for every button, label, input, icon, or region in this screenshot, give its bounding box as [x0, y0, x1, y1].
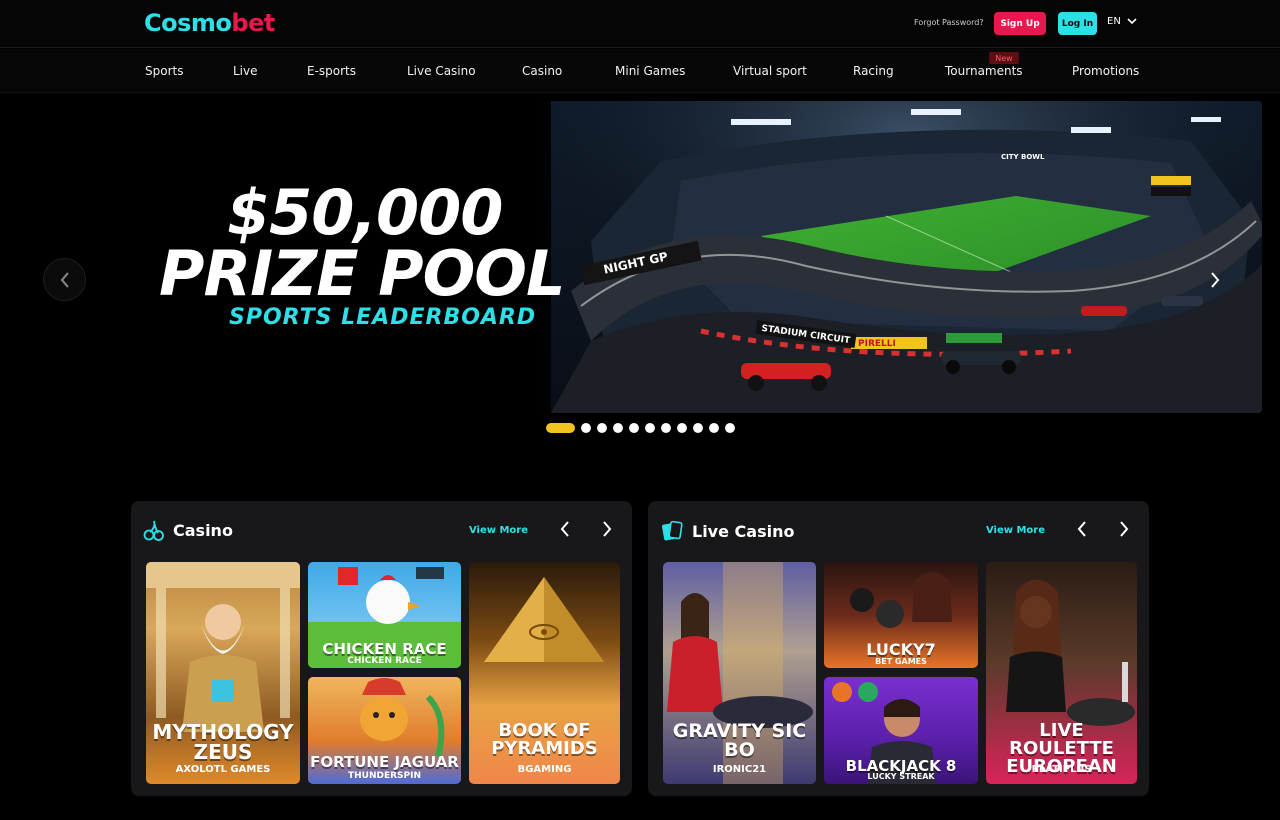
playing-cards-icon [662, 520, 683, 541]
game-title: FORTUNE JAGUAR [310, 753, 459, 771]
live-casino-panel-header: Live Casino [660, 519, 794, 543]
language-label: EN [1107, 16, 1121, 27]
nav-item-esports[interactable]: E-sports [307, 64, 356, 78]
chevron-left-icon [1077, 521, 1086, 537]
pagination-dot[interactable] [725, 423, 735, 433]
casino-panel-title: Casino [173, 520, 233, 540]
nav-item-promotions[interactable]: Promotions [1072, 64, 1139, 78]
logo-part-cosmo: Cosmo [144, 9, 232, 37]
forgot-password-link[interactable]: Forgot Password? [914, 18, 984, 27]
sign-up-button[interactable]: Sign Up [994, 12, 1046, 35]
nav-item-casino[interactable]: Casino [522, 64, 562, 78]
banner-prev-button[interactable] [43, 258, 86, 301]
chevron-down-icon [1127, 18, 1137, 25]
main-nav: Sports Live E-sports Live Casino Casino … [0, 49, 1280, 93]
live-casino-view-more-link[interactable]: View More [986, 525, 1045, 536]
game-tile-fortune-jaguar[interactable]: FORTUNE JAGUAR THUNDERSPIN [308, 677, 461, 784]
game-title: CHICKEN RACE [322, 640, 447, 658]
banner-subtitle: SPORTS LEADERBOARD [229, 305, 537, 330]
chevron-right-icon [1120, 521, 1129, 537]
nav-item-racing[interactable]: Racing [853, 64, 894, 78]
live-casino-panel: Live Casino View More GRAVITY SIC BO IRO… [648, 501, 1149, 796]
game-tile-chicken-race[interactable]: CHICKEN RACE CHICKEN RACE [308, 562, 461, 668]
nav-item-virtual-sport[interactable]: Virtual sport [733, 64, 807, 78]
game-provider: BET GAMES [875, 657, 927, 666]
nav-item-live-casino[interactable]: Live Casino [407, 64, 476, 78]
cherries-icon [143, 520, 164, 541]
language-selector[interactable]: EN [1107, 16, 1137, 27]
game-provider: LUCKY STREAK [867, 772, 935, 781]
game-provider: BGAMING [517, 764, 572, 775]
game-title: GRAVITY SIC BO [672, 720, 807, 761]
game-tile-live-roulette-european[interactable]: LIVE ROULETTE EUROPEAN PLATIPLUS [986, 562, 1137, 784]
pagination-dot[interactable] [693, 423, 703, 433]
casino-panel-header: Casino [143, 519, 233, 541]
pagination-dot-active[interactable] [546, 423, 575, 433]
pagination-dot[interactable] [645, 423, 655, 433]
nav-item-tournaments[interactable]: Tournaments [945, 64, 1023, 78]
hero-banner[interactable]: NIGHT GP STADIUM CIRCUIT PIRELLI CITY BO… [131, 101, 1262, 413]
game-provider: CHICKEN RACE [347, 656, 422, 666]
game-tile-gravity-sic-bo[interactable]: GRAVITY SIC BO IRONIC21 [663, 562, 816, 784]
pagination-dot[interactable] [597, 423, 607, 433]
log-in-button[interactable]: Log In [1058, 12, 1097, 35]
pagination-dot[interactable] [613, 423, 623, 433]
chevron-right-icon [603, 521, 612, 537]
game-provider: IRONIC21 [712, 764, 767, 775]
casino-prev-button[interactable] [560, 521, 570, 541]
game-provider: THUNDERSPIN [347, 771, 422, 781]
brand-logo[interactable]: Cosmobet [144, 9, 275, 37]
game-provider: PLATIPLUS [1031, 764, 1092, 775]
game-tile-mythology-zeus[interactable]: MYTHOLOGY ZEUS AXOLOTL GAMES [146, 562, 300, 784]
casino-view-more-link[interactable]: View More [469, 525, 528, 536]
pagination-dot[interactable] [709, 423, 719, 433]
chevron-left-icon [560, 521, 569, 537]
casino-panel: Casino View More MYTHOLOGY ZEUS AXOLOTL … [131, 501, 632, 796]
banner-next-button[interactable] [1205, 268, 1225, 292]
game-provider: AXOLOTL GAMES [175, 764, 271, 775]
casino-next-button[interactable] [602, 521, 612, 541]
game-tile-blackjack-8[interactable]: BLACKJACK 8 LUCKY STREAK [824, 677, 978, 784]
pagination-dot[interactable] [629, 423, 639, 433]
game-title: LUCKY7 [866, 640, 936, 659]
chevron-right-icon [1211, 272, 1220, 288]
sponsor-sign: PIRELLI [858, 339, 896, 349]
logo-part-bet: bet [231, 9, 275, 37]
nav-item-sports[interactable]: Sports [145, 64, 183, 78]
game-tile-book-of-pyramids[interactable]: BOOK OF PYRAMIDS BGAMING [469, 562, 620, 784]
stadium-name: CITY BOWL [1001, 153, 1045, 161]
game-title: MYTHOLOGY ZEUS [152, 720, 294, 764]
live-casino-prev-button[interactable] [1077, 521, 1087, 541]
new-badge: New [989, 52, 1019, 64]
pagination-dot[interactable] [677, 423, 687, 433]
game-title: BOOK OF PYRAMIDS [491, 720, 598, 759]
banner-pagination [546, 422, 735, 434]
nav-item-mini-games[interactable]: Mini Games [615, 64, 685, 78]
live-casino-next-button[interactable] [1119, 521, 1129, 541]
game-tile-lucky7[interactable]: LUCKY7 BET GAMES [824, 562, 978, 668]
nav-item-live[interactable]: Live [233, 64, 258, 78]
pagination-dot[interactable] [661, 423, 671, 433]
pagination-dot[interactable] [581, 423, 591, 433]
chevron-left-icon [60, 271, 69, 288]
live-casino-panel-title: Live Casino [692, 521, 795, 541]
top-header: Cosmobet Forgot Password? Sign Up Log In… [0, 0, 1280, 48]
banner-title-prize: PRIZE POOL [159, 237, 566, 310]
